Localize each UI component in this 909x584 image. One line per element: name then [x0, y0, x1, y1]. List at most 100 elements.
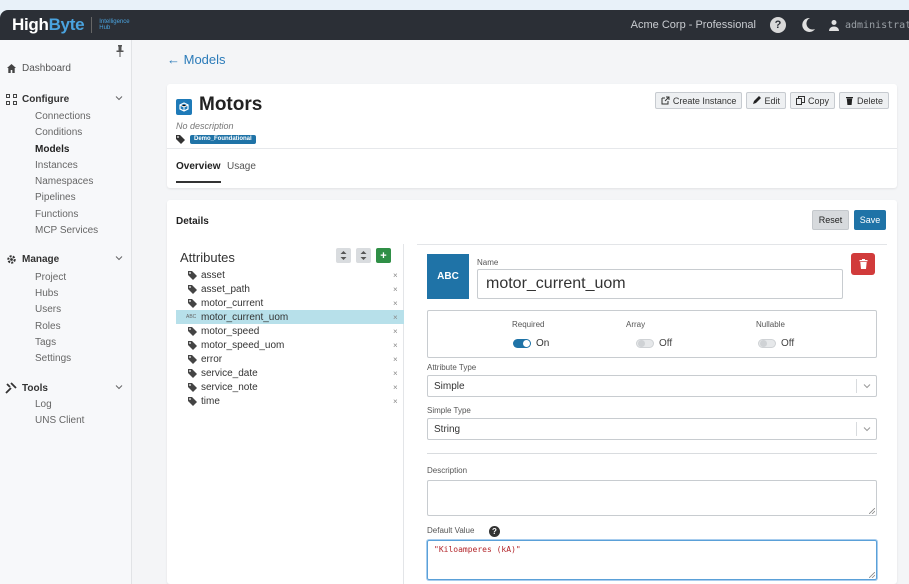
create-instance-label: Create Instance	[672, 95, 737, 106]
attribute-name-input[interactable]: motor_current_uom	[477, 269, 843, 299]
home-icon	[5, 62, 17, 74]
description-textarea[interactable]	[427, 480, 877, 516]
remove-attribute-button[interactable]: ×	[393, 383, 398, 392]
model-description: No description	[176, 121, 234, 131]
remove-attribute-button[interactable]: ×	[393, 313, 398, 322]
delete-button[interactable]: Delete	[838, 92, 889, 109]
copy-icon	[795, 96, 805, 105]
active-tab-indicator	[176, 181, 221, 183]
chevron-down-icon	[115, 256, 123, 261]
attribute-row-motor-current[interactable]: motor_current ×	[176, 296, 404, 310]
user-icon[interactable]	[828, 19, 840, 31]
sidebar-item-log[interactable]: Log	[35, 398, 52, 412]
nullable-state: Off	[781, 338, 795, 349]
sidebar-section-manage[interactable]: Manage	[0, 251, 132, 267]
description-label: Description	[427, 466, 468, 475]
chevron-down-icon	[856, 422, 876, 436]
add-attribute-button[interactable]: +	[376, 248, 391, 263]
sidebar-item-pipelines[interactable]: Pipelines	[35, 191, 76, 205]
required-switch[interactable]	[513, 339, 531, 348]
attribute-row-service-date[interactable]: service_date ×	[176, 366, 404, 380]
sidebar-item-dashboard[interactable]: Dashboard	[0, 60, 132, 76]
tag-icon	[188, 298, 197, 308]
sidebar-item-tags[interactable]: Tags	[35, 336, 56, 350]
attribute-row-time[interactable]: time ×	[176, 394, 404, 408]
save-button[interactable]: Save	[854, 210, 886, 230]
attribute-flags: Required Array Nullable On Off Off	[427, 310, 877, 358]
sidebar-item-functions[interactable]: Functions	[35, 208, 78, 222]
attribute-row-asset[interactable]: asset ×	[176, 268, 404, 282]
model-header-card: Motors No description Demo_Foundational …	[167, 84, 897, 188]
sort-ascending-button[interactable]	[336, 248, 351, 263]
edit-button[interactable]: Edit	[746, 92, 786, 109]
help-icon[interactable]: ?	[489, 526, 500, 537]
trash-icon	[859, 259, 867, 269]
remove-attribute-button[interactable]: ×	[393, 285, 398, 294]
brand-separator	[91, 17, 93, 33]
tab-usage[interactable]: Usage	[227, 161, 256, 172]
copy-button[interactable]: Copy	[789, 92, 835, 109]
attribute-name: motor_speed_uom	[201, 339, 285, 351]
sidebar-item-users[interactable]: Users	[35, 303, 61, 317]
attribute-row-motor-current-uom[interactable]: ABC motor_current_uom ×	[176, 310, 404, 324]
simple-type-select[interactable]: String	[427, 418, 877, 440]
sidebar-section-configure[interactable]: Configure	[0, 91, 132, 107]
sidebar-item-settings[interactable]: Settings	[35, 352, 71, 366]
create-instance-button[interactable]: Create Instance	[654, 92, 743, 109]
remove-attribute-button[interactable]: ×	[393, 299, 398, 308]
sidebar-section-tools[interactable]: Tools	[0, 380, 132, 396]
sidebar-item-connections[interactable]: Connections	[35, 110, 91, 124]
attribute-type-select[interactable]: Simple	[427, 375, 877, 397]
edit-label: Edit	[764, 95, 780, 106]
nullable-toggle[interactable]: Off	[758, 338, 794, 349]
tag-icon	[188, 270, 197, 280]
sidebar-item-hubs[interactable]: Hubs	[35, 287, 58, 301]
tab-overview[interactable]: Overview	[176, 161, 220, 172]
attribute-row-motor-speed[interactable]: motor_speed ×	[176, 324, 404, 338]
attribute-row-service-note[interactable]: service_note ×	[176, 380, 404, 394]
sidebar-item-mcp-services[interactable]: MCP Services	[35, 224, 98, 238]
name-label: Name	[477, 258, 499, 267]
tag-badge[interactable]: Demo_Foundational	[190, 135, 256, 144]
sidebar-item-models[interactable]: Models	[35, 143, 69, 157]
array-toggle[interactable]: Off	[636, 338, 672, 349]
brand-logo[interactable]: High Byte Intelligence Hub	[0, 10, 139, 40]
tabs-divider	[167, 148, 897, 149]
help-icon[interactable]: ?	[770, 17, 786, 33]
sidebar-item-namespaces[interactable]: Namespaces	[35, 175, 93, 189]
sidebar-item-project[interactable]: Project	[35, 271, 66, 285]
dark-mode-icon[interactable]	[800, 17, 816, 33]
required-toggle[interactable]: On	[513, 338, 549, 349]
remove-attribute-button[interactable]: ×	[393, 341, 398, 350]
remove-attribute-button[interactable]: ×	[393, 369, 398, 378]
sort-descending-button[interactable]	[356, 248, 371, 263]
org-label[interactable]: Acme Corp - Professional	[631, 19, 756, 31]
sidebar-item-conditions[interactable]: Conditions	[35, 126, 82, 140]
remove-attribute-button[interactable]: ×	[393, 327, 398, 336]
reset-button[interactable]: Reset	[812, 210, 849, 230]
pin-icon[interactable]	[115, 45, 125, 57]
nullable-switch[interactable]	[758, 339, 776, 348]
array-switch[interactable]	[636, 339, 654, 348]
sidebar-item-instances[interactable]: Instances	[35, 159, 78, 173]
delete-attribute-button[interactable]	[851, 253, 875, 275]
attribute-row-error[interactable]: error ×	[176, 352, 404, 366]
default-value-textarea[interactable]: "Kiloamperes (kA)"	[427, 540, 877, 580]
tag-icon	[188, 284, 197, 294]
sidebar-item-uns-client[interactable]: UNS Client	[35, 414, 84, 428]
resize-grip-icon[interactable]	[869, 508, 875, 514]
editor-border	[417, 244, 887, 245]
chevron-down-icon	[115, 385, 123, 390]
attribute-name: service_date	[201, 367, 258, 379]
back-to-models-link[interactable]: ← Models	[167, 52, 226, 67]
attribute-row-asset-path[interactable]: asset_path ×	[176, 282, 404, 296]
remove-attribute-button[interactable]: ×	[393, 397, 398, 406]
user-name[interactable]: administrator	[845, 20, 909, 31]
sidebar-item-roles[interactable]: Roles	[35, 320, 61, 334]
remove-attribute-button[interactable]: ×	[393, 355, 398, 364]
attribute-row-motor-speed-uom[interactable]: motor_speed_uom ×	[176, 338, 404, 352]
resize-grip-icon[interactable]	[869, 572, 875, 578]
remove-attribute-button[interactable]: ×	[393, 271, 398, 280]
array-label: Array	[626, 320, 646, 329]
sidebar-label-manage: Manage	[22, 253, 60, 265]
